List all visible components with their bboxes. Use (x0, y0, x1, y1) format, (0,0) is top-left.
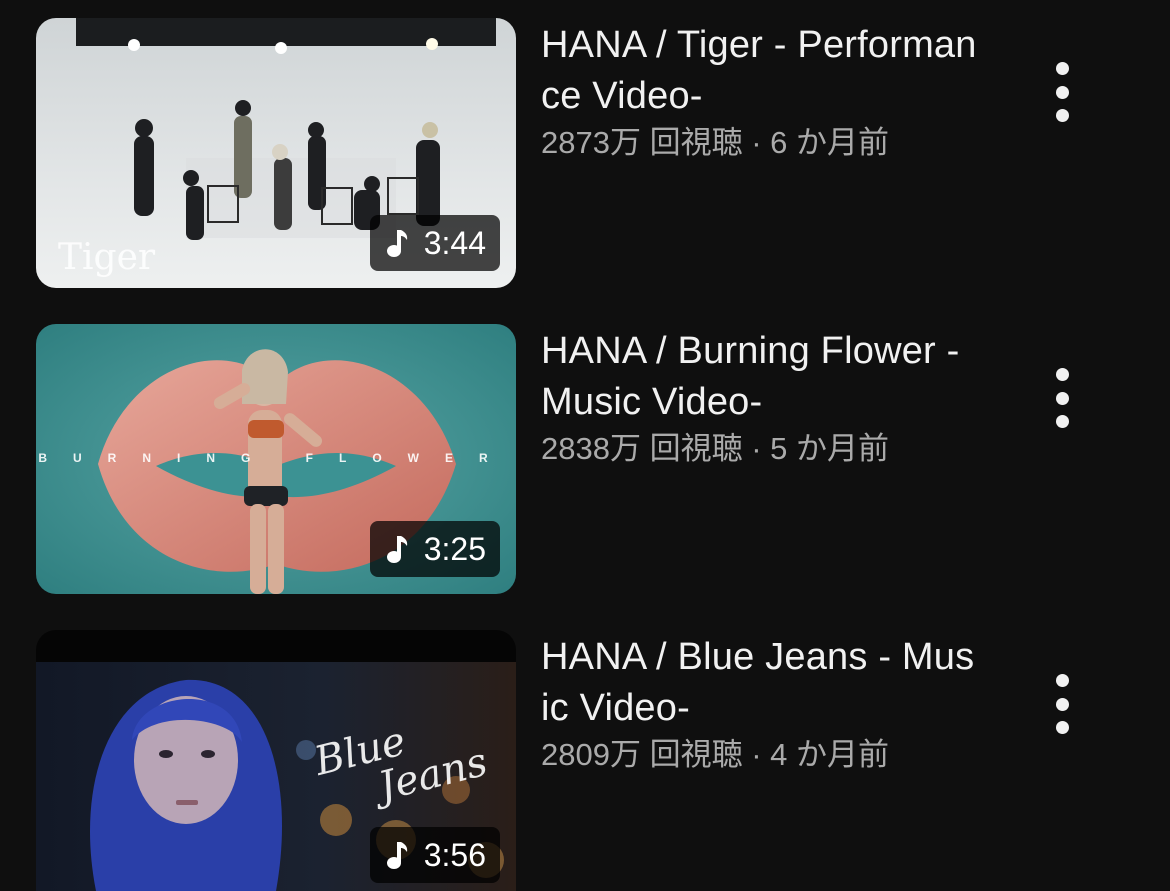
video-list-item[interactable]: BURNING FLOWER 3:25 HANA / Burning Flowe… (0, 324, 1170, 594)
video-thumbnail[interactable]: BURNING FLOWER 3:25 (36, 324, 516, 594)
more-dot (1055, 721, 1069, 734)
video-list: Tiger 3:44 HANA / Tiger - Performance Vi… (0, 0, 1170, 891)
video-thumbnail[interactable]: Blue Jeans 3:56 (36, 630, 516, 891)
video-info[interactable]: HANA / Blue Jeans - Music Video- 2809万 回… (541, 630, 981, 778)
video-meta: 2838万 回視聴 · 5 か月前 (541, 431, 889, 466)
duration-text: 3:25 (423, 530, 486, 567)
more-dot (1055, 674, 1069, 687)
video-title[interactable]: HANA / Blue Jeans - Music Video- (541, 632, 981, 734)
duration-badge: 3:44 (369, 215, 500, 271)
video-title[interactable]: HANA / Burning Flower -Music Video- (541, 326, 981, 428)
more-dot (1055, 368, 1069, 381)
video-title[interactable]: HANA / Tiger - Performance Video- (541, 20, 981, 122)
video-meta: 2809万 回視聴 · 4 か月前 (541, 737, 889, 772)
duration-badge: 3:56 (369, 827, 500, 883)
more-dot (1055, 697, 1069, 711)
thumbnail-caption: Tiger (58, 237, 156, 278)
duration-text: 3:44 (423, 224, 486, 261)
more-dot (1055, 109, 1069, 122)
video-info[interactable]: HANA / Tiger - Performance Video- 2873万 … (541, 18, 981, 166)
video-list-item[interactable]: Blue Jeans 3:56 HANA / Blue Jeans - Musi… (0, 630, 1170, 891)
video-list-item[interactable]: Tiger 3:44 HANA / Tiger - Performance Vi… (0, 18, 1170, 288)
video-info[interactable]: HANA / Burning Flower -Music Video- 2838… (541, 324, 981, 472)
duration-text: 3:56 (423, 836, 486, 873)
duration-badge: 3:25 (369, 521, 500, 577)
more-vertical-icon[interactable] (1040, 62, 1084, 122)
more-dot (1055, 85, 1069, 99)
more-vertical-icon[interactable] (1040, 674, 1084, 734)
more-vertical-icon[interactable] (1040, 368, 1084, 428)
more-dot (1055, 415, 1069, 428)
more-dot (1055, 62, 1069, 75)
music-note-icon (386, 842, 407, 869)
thumbnail-caption: BURNING FLOWER (38, 451, 514, 465)
video-thumbnail[interactable]: Tiger 3:44 (36, 18, 516, 288)
video-meta: 2873万 回視聴 · 6 か月前 (541, 125, 889, 160)
music-note-icon (386, 536, 407, 563)
more-dot (1055, 391, 1069, 405)
music-note-icon (386, 230, 407, 257)
